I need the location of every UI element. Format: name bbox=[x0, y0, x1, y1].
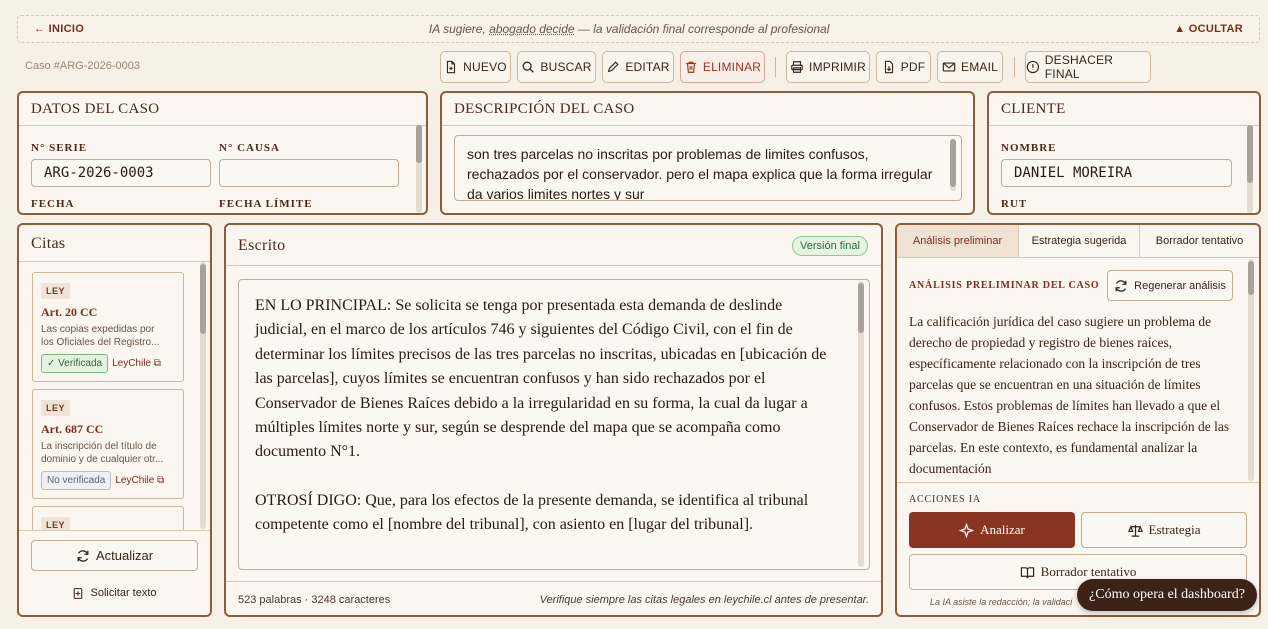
escrito-editor[interactable]: EN LO PRINCIPAL: Se solicita se tenga po… bbox=[238, 279, 870, 570]
leychile-link[interactable]: LeyChile ⧉ bbox=[112, 358, 161, 369]
rut-label: RUT bbox=[1001, 198, 1028, 210]
citations-title: Citas bbox=[31, 235, 66, 252]
serie-label: N° SERIE bbox=[31, 142, 88, 154]
divider bbox=[989, 125, 1259, 126]
citation-desc: La inscripción del título de bbox=[41, 441, 157, 452]
analysis-panel: Análisis preliminar Estrategia sugerida … bbox=[895, 223, 1261, 617]
citation-card[interactable]: LEY Art. 20 CC Las copias expedidas por … bbox=[32, 272, 184, 382]
help-chip-button[interactable]: ¿Cómo opera el dashboard? bbox=[1077, 579, 1257, 611]
external-link-icon: ⧉ bbox=[153, 358, 161, 369]
divider bbox=[226, 581, 881, 582]
refresh-button[interactable]: Actualizar bbox=[31, 540, 198, 571]
citation-desc: dominio y de cualquier otr... bbox=[41, 454, 164, 465]
scrollbar[interactable] bbox=[950, 139, 956, 191]
tab-tentative-draft[interactable]: Borrador tentativo bbox=[1139, 225, 1259, 258]
citation-desc: los Oficiales del Registro... bbox=[41, 337, 160, 348]
toolbar-divider bbox=[1014, 57, 1015, 77]
leychile-link[interactable]: LeyChile ⧉ bbox=[115, 475, 164, 486]
analysis-text: La calificación jurídica del caso sugier… bbox=[909, 314, 1230, 476]
delete-button[interactable]: ELIMINAR bbox=[680, 51, 765, 83]
sparkle-icon bbox=[959, 522, 975, 538]
client-title: CLIENTE bbox=[1001, 101, 1066, 117]
description-panel: DESCRIPCIÓN DEL CASO son tres parcelas n… bbox=[440, 91, 975, 215]
toolbar-divider bbox=[775, 57, 776, 77]
escrito-panel: Escrito Versión final EN LO PRINCIPAL: S… bbox=[224, 223, 883, 617]
scrollbar[interactable] bbox=[1248, 259, 1254, 481]
mail-icon bbox=[942, 62, 956, 72]
citation-title: Art. 687 CC bbox=[41, 422, 104, 436]
email-button[interactable]: EMAIL bbox=[937, 51, 1003, 83]
add-file-icon bbox=[74, 587, 83, 599]
citation-desc: Las copias expedidas por bbox=[41, 324, 155, 335]
scrollbar[interactable] bbox=[1247, 125, 1253, 213]
ai-notice-banner: ← INICIO IA sugiere, abogado decide — la… bbox=[17, 15, 1260, 43]
trash-icon bbox=[686, 61, 696, 73]
pencil-icon bbox=[608, 61, 619, 73]
fecha-limite-label: FECHA LÍMITE bbox=[219, 198, 313, 210]
divider bbox=[442, 125, 973, 126]
verified-badge: ✓ Verificada bbox=[41, 354, 109, 373]
causa-label: N° CAUSA bbox=[219, 142, 280, 154]
causa-input[interactable] bbox=[219, 159, 399, 187]
scrollbar[interactable] bbox=[416, 125, 422, 213]
tab-preliminary-analysis[interactable]: Análisis preliminar bbox=[897, 225, 1018, 258]
new-file-icon bbox=[447, 60, 456, 74]
citation-card[interactable]: LEY Art. 687 CC La inscripción del títul… bbox=[32, 389, 184, 499]
analyze-button[interactable]: Analizar bbox=[909, 512, 1075, 548]
banner-emphasis: abogado decide bbox=[489, 22, 575, 36]
ai-actions-label: ACCIONES IA bbox=[909, 494, 981, 505]
hide-banner-button[interactable]: ▲ OCULTAR bbox=[1174, 23, 1243, 35]
serie-input[interactable]: ARG-2026-0003 bbox=[31, 159, 211, 187]
printer-icon bbox=[791, 61, 803, 73]
escrito-title: Escrito bbox=[238, 237, 286, 254]
citation-title: Art. 20 CC bbox=[41, 305, 98, 319]
name-input[interactable]: DANIEL MOREIRA bbox=[1001, 159, 1232, 187]
book-icon bbox=[1020, 566, 1034, 578]
description-title: DESCRIPCIÓN DEL CASO bbox=[454, 101, 635, 117]
new-button[interactable]: NUEVO bbox=[440, 51, 511, 83]
ai-footnote: La IA asiste la redacción; la validaci bbox=[930, 597, 1073, 607]
unverified-badge: No verificada bbox=[41, 471, 112, 490]
name-label: NOMBRE bbox=[1001, 142, 1057, 154]
scrollbar[interactable] bbox=[858, 281, 864, 567]
citation-tag: LEY bbox=[41, 283, 71, 299]
client-panel: CLIENTE NOMBRE DANIEL MOREIRA RUT bbox=[987, 91, 1261, 215]
strategy-button[interactable]: Estrategia bbox=[1081, 512, 1247, 548]
refresh-icon bbox=[77, 549, 89, 562]
divider bbox=[19, 261, 210, 262]
citations-panel: Citas LEY Art. 20 CC Las copias expedida… bbox=[17, 223, 212, 617]
regenerate-analysis-button[interactable]: Regenerar análisis bbox=[1107, 270, 1233, 301]
escrito-paragraph: EN LO PRINCIPAL: Se solicita se tenga po… bbox=[255, 297, 827, 461]
escrito-paragraph: OTROSÍ DIGO: Que, para los efectos de la… bbox=[255, 491, 809, 534]
edit-button[interactable]: EDITAR bbox=[602, 51, 674, 83]
external-link-icon: ⧉ bbox=[157, 475, 165, 486]
print-button[interactable]: IMPRIMIR bbox=[786, 51, 870, 83]
tab-suggested-strategy[interactable]: Estrategia sugerida bbox=[1018, 225, 1139, 258]
citation-tag: LEY bbox=[41, 400, 71, 416]
request-text-button[interactable]: Solicitar texto bbox=[31, 583, 198, 603]
refresh-icon bbox=[1115, 279, 1127, 292]
home-link[interactable]: ← INICIO bbox=[34, 23, 84, 35]
analysis-heading: ANÁLISIS PRELIMINAR DEL CASO bbox=[909, 280, 1100, 291]
download-file-icon bbox=[884, 60, 893, 74]
pdf-button[interactable]: PDF bbox=[876, 51, 931, 83]
alert-circle-icon bbox=[1026, 60, 1040, 74]
divider bbox=[226, 265, 881, 266]
verification-warning: Verifique siempre las citas legales en l… bbox=[539, 594, 869, 606]
divider bbox=[19, 125, 426, 126]
scrollbar[interactable] bbox=[200, 262, 206, 529]
search-button[interactable]: BUSCAR bbox=[517, 51, 596, 83]
fecha-label: FECHA bbox=[31, 198, 75, 210]
case-data-panel: DATOS DEL CASO N° SERIE N° CAUSA ARG-202… bbox=[17, 91, 428, 215]
final-version-badge: Versión final bbox=[792, 236, 868, 256]
banner-message: IA sugiere, abogado decide — la validaci… bbox=[428, 22, 830, 36]
description-textarea[interactable]: son tres parcelas no inscritas por probl… bbox=[454, 135, 962, 201]
word-count: 523 palabras · 3248 caracteres bbox=[238, 594, 391, 606]
search-icon bbox=[522, 61, 535, 73]
case-data-title: DATOS DEL CASO bbox=[31, 101, 160, 117]
scale-icon bbox=[1127, 524, 1143, 537]
case-id: Caso #ARG-2026-0003 bbox=[25, 60, 140, 72]
undo-final-button[interactable]: DESHACER FINAL bbox=[1025, 51, 1151, 83]
divider bbox=[897, 482, 1259, 483]
